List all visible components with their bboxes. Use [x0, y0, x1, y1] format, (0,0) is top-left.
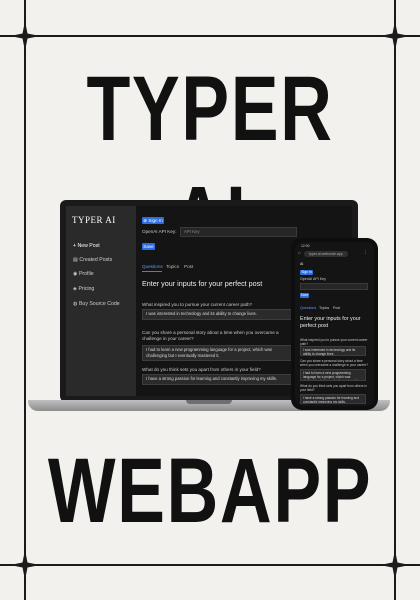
question-label: Can you share a personal story about a t…	[142, 330, 279, 341]
answer-field[interactable]: I had to learn a new programming languag…	[300, 369, 366, 381]
tab-questions[interactable]: Questions	[142, 264, 163, 269]
save-button[interactable]: Save	[300, 293, 309, 298]
sidebar-item-new-post[interactable]: + New Post	[73, 243, 100, 249]
sparkle-icon	[380, 21, 410, 51]
sign-in-button[interactable]: ⊕ Sign In	[142, 217, 164, 224]
question-label: What inspired you to pursue your current…	[142, 302, 253, 307]
question-label: Can you share a personal story about a t…	[300, 359, 368, 367]
page-heading: Enter your inputs for your perfect post	[142, 279, 263, 288]
sign-in-button[interactable]: Sign In	[300, 270, 313, 275]
frame-line-bottom	[0, 564, 420, 566]
api-key-input[interactable]	[300, 283, 368, 290]
active-tab-indicator	[142, 271, 162, 272]
answer-field[interactable]: I was interested in technology and its a…	[142, 309, 294, 320]
poster-title-bottom: WEBAPP	[47, 440, 373, 542]
status-time: 12:00	[301, 244, 310, 248]
tab-topics[interactable]: Topics	[166, 264, 179, 269]
sparkle-icon	[10, 550, 40, 580]
api-key-label: OpenAI API Key:	[142, 229, 177, 234]
frame-line-left	[24, 0, 26, 600]
answer-field[interactable]: I had to learn a new programming languag…	[142, 345, 294, 361]
answer-field[interactable]: I have a strong passion for learning and…	[142, 374, 294, 385]
sidebar-item-created-posts[interactable]: ▤ Created Posts	[73, 257, 112, 263]
phone-mockup: 12:00 ⌂ typer-ai.webnode.app ⋮ AI Sign I…	[291, 238, 378, 410]
question-label: What do you think sets you apart from ot…	[142, 367, 261, 372]
question-label: What do you think sets you apart from ot…	[300, 384, 367, 392]
frame-line-right	[394, 0, 396, 600]
tab-post[interactable]: Post	[184, 264, 193, 269]
more-icon[interactable]: ⋮	[363, 250, 368, 256]
sidebar-item-pricing[interactable]: ◈ Pricing	[73, 286, 94, 292]
answer-field[interactable]: I have a strong passion for learning and…	[300, 394, 366, 404]
sparkle-icon	[10, 21, 40, 51]
url-bar[interactable]: typer-ai.webnode.app	[304, 251, 348, 257]
home-icon[interactable]: ⌂	[298, 250, 301, 255]
phone-screen: 12:00 ⌂ typer-ai.webnode.app ⋮ AI Sign I…	[295, 242, 374, 406]
phone-brand: AI	[300, 262, 304, 266]
tab-post[interactable]: Post	[333, 306, 340, 310]
page-heading: Enter your inputs for your perfect post	[300, 316, 361, 329]
sidebar-item-profile[interactable]: ◉ Profile	[73, 271, 94, 277]
sidebar: TYPER AI + New Post ▤ Created Posts ◉ Pr…	[66, 206, 136, 396]
save-button[interactable]: Save	[142, 243, 155, 250]
api-key-input[interactable]: API Key	[180, 227, 297, 237]
tab-topics[interactable]: Topics	[319, 306, 329, 310]
sidebar-item-buy-source-code[interactable]: ◍ Buy Source Code	[73, 301, 120, 307]
tab-questions[interactable]: Questions	[300, 306, 316, 310]
question-label: What inspired you to pursue your current…	[300, 338, 368, 346]
sparkle-icon	[380, 550, 410, 580]
api-key-label: OpenAI API Key	[300, 277, 326, 281]
answer-field[interactable]: I was interested in technology and its a…	[300, 346, 366, 356]
app-brand: TYPER AI	[72, 215, 116, 225]
frame-line-top	[0, 35, 420, 37]
laptop-notch	[186, 400, 232, 404]
